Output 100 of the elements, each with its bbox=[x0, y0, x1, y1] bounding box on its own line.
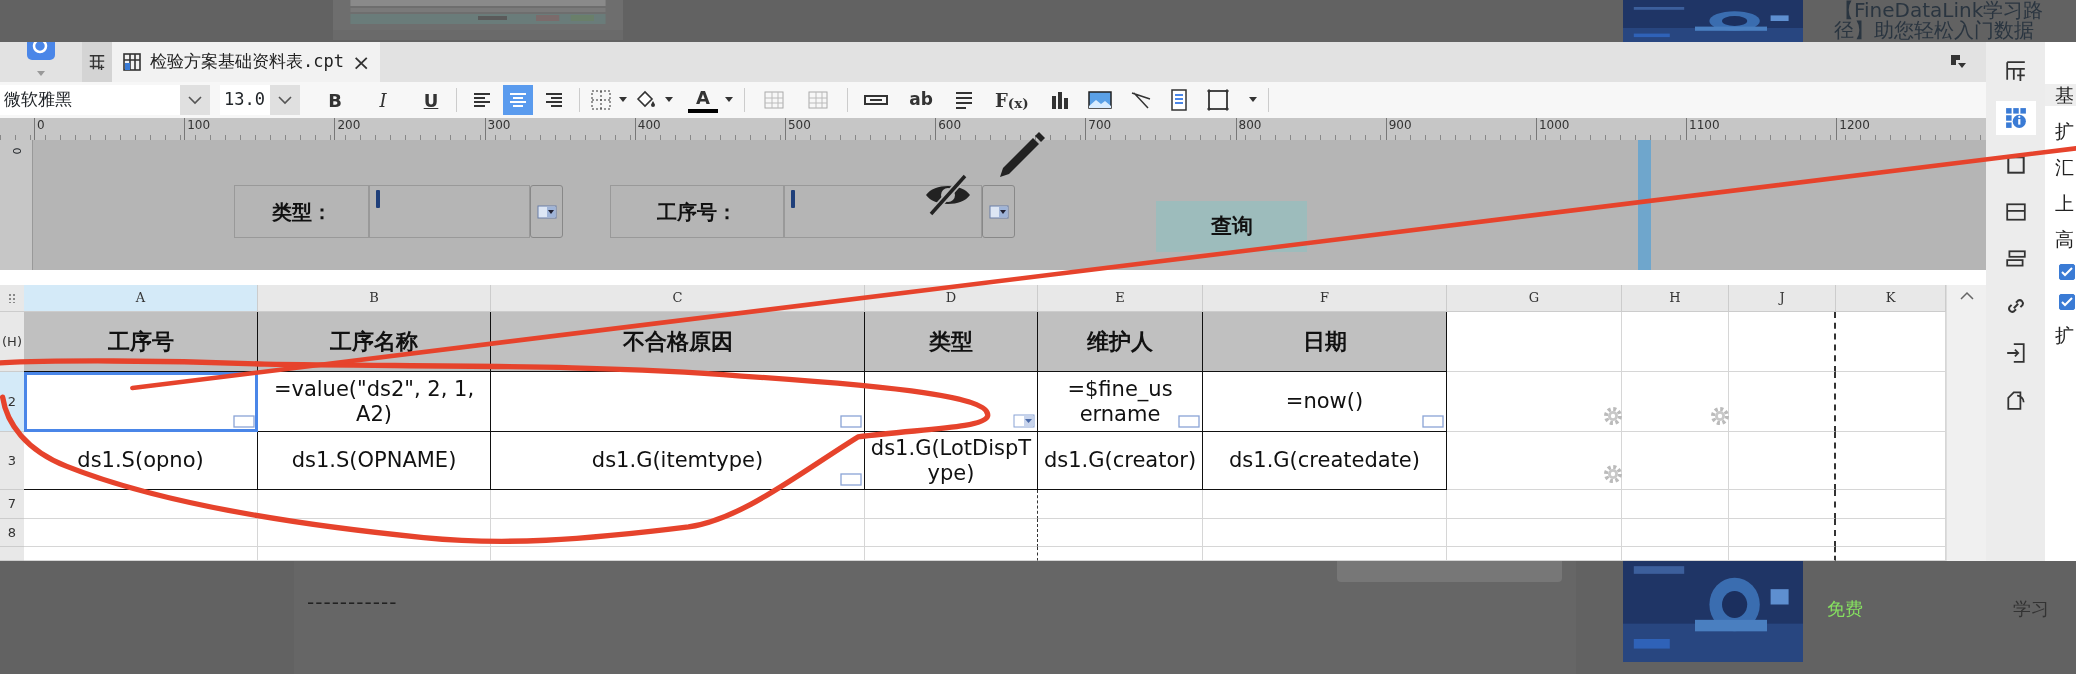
widget-marker-icon bbox=[1422, 415, 1444, 428]
column-header[interactable]: C bbox=[491, 285, 865, 312]
image-icon[interactable] bbox=[1087, 90, 1112, 110]
file-tab[interactable]: 检验方案基础资料表.cpt × bbox=[112, 42, 381, 82]
column-header[interactable]: B bbox=[258, 285, 491, 312]
font-select[interactable]: 微软雅黑 bbox=[0, 85, 210, 115]
merge-cells-icon[interactable] bbox=[763, 90, 785, 110]
table-cell[interactable] bbox=[865, 490, 1038, 519]
row-header[interactable]: 3 bbox=[0, 432, 24, 490]
checkbox[interactable] bbox=[2059, 264, 2075, 280]
parameter-input[interactable] bbox=[784, 185, 982, 238]
table-cell[interactable]: ds1.G(itemtype) bbox=[491, 432, 865, 490]
caret-icon[interactable] bbox=[664, 96, 674, 104]
cell-text: ds1.G(creator) bbox=[1043, 448, 1197, 473]
paragraph-icon[interactable] bbox=[954, 90, 974, 110]
table-cell[interactable]: ds1.G(createdate) bbox=[1203, 432, 1447, 490]
table-cell[interactable]: ds1.S(OPNAME) bbox=[258, 432, 491, 490]
dropdown-icon bbox=[988, 204, 1009, 219]
align-icon bbox=[543, 90, 565, 110]
border-icon[interactable] bbox=[590, 89, 612, 111]
column-header[interactable]: G bbox=[1447, 285, 1622, 312]
query-button[interactable]: 查询 bbox=[1156, 201, 1307, 252]
gear-icon bbox=[1602, 463, 1624, 485]
eye-slash-icon bbox=[923, 172, 973, 218]
document-icon[interactable] bbox=[1169, 89, 1188, 111]
field-icon[interactable] bbox=[864, 94, 888, 106]
split-cells-icon[interactable] bbox=[807, 90, 829, 110]
caret-icon[interactable] bbox=[1247, 96, 1258, 104]
parameter-label: 类型： bbox=[234, 185, 369, 238]
heading-text: 径】助您轻松入门数据 bbox=[1834, 20, 2034, 40]
column-header[interactable]: J bbox=[1729, 285, 1836, 312]
column-header[interactable]: F bbox=[1203, 285, 1447, 312]
dropdown-button[interactable] bbox=[982, 185, 1015, 238]
slash-icon[interactable] bbox=[1129, 90, 1152, 110]
column-header[interactable]: K bbox=[1836, 285, 1946, 312]
widget-icon bbox=[2004, 201, 2027, 223]
align-center-button[interactable] bbox=[503, 85, 533, 115]
dropdown-button[interactable] bbox=[530, 185, 563, 238]
table-cell[interactable] bbox=[865, 519, 1038, 547]
price-label: 免费 bbox=[1827, 597, 1863, 621]
table-cell[interactable] bbox=[1729, 372, 1836, 432]
table-cell[interactable] bbox=[1729, 312, 1836, 372]
caret-icon bbox=[188, 95, 202, 105]
table-cell[interactable]: ds1.G(creator) bbox=[1038, 432, 1203, 490]
close-button[interactable]: × bbox=[351, 45, 371, 79]
panel-label: 高 bbox=[2054, 228, 2075, 250]
text-tool-button[interactable]: ab bbox=[906, 85, 936, 115]
table-cell[interactable] bbox=[1729, 490, 1836, 519]
row-header[interactable]: 8 bbox=[0, 519, 24, 547]
header-cell: 日期 bbox=[1203, 312, 1447, 372]
bold-button[interactable]: B bbox=[320, 85, 350, 115]
caret-icon[interactable] bbox=[618, 96, 628, 104]
bar-chart-icon[interactable] bbox=[1049, 90, 1070, 110]
table-cell[interactable]: =value("ds2", 2, 1, A2) bbox=[258, 372, 491, 432]
grip-icon[interactable] bbox=[8, 293, 16, 303]
underline-button[interactable]: U bbox=[416, 85, 446, 115]
row-header[interactable] bbox=[0, 547, 24, 561]
frame-icon[interactable] bbox=[1205, 88, 1230, 112]
cell-text: ds1.G(itemtype) bbox=[591, 448, 764, 473]
panel-label: 扩 bbox=[2054, 120, 2075, 142]
heading-text: 【FineDataLink学习路 bbox=[1834, 0, 2044, 20]
table-cell[interactable]: =now() bbox=[1203, 372, 1447, 432]
panel-label: 基 bbox=[2045, 84, 2076, 106]
column-header[interactable]: E bbox=[1038, 285, 1203, 312]
panel-label: 上 bbox=[2054, 192, 2075, 214]
column-header[interactable]: H bbox=[1622, 285, 1729, 312]
widget-marker-icon bbox=[233, 415, 255, 428]
table-cell[interactable] bbox=[24, 372, 258, 432]
cell-text: ds1.S(OPNAME) bbox=[291, 448, 457, 473]
text-cursor-icon bbox=[791, 190, 795, 208]
column-header[interactable]: A bbox=[24, 285, 258, 312]
formula-button[interactable]: F$_{(x)}$ bbox=[992, 85, 1032, 115]
caret-icon[interactable] bbox=[724, 96, 734, 104]
dropdown-icon bbox=[536, 204, 557, 219]
panel-label: 扩 bbox=[2054, 324, 2075, 346]
import-icon bbox=[2004, 342, 2027, 364]
parameter-input[interactable] bbox=[369, 185, 530, 238]
font-color-button[interactable]: A bbox=[688, 87, 718, 113]
italic-button[interactable]: I bbox=[368, 85, 398, 115]
table-cell[interactable]: =$fine_username bbox=[1038, 372, 1203, 432]
checkbox[interactable] bbox=[2059, 294, 2075, 310]
mobile-icon bbox=[2004, 389, 2027, 411]
cell-properties-icon bbox=[2004, 107, 2027, 129]
table-cell[interactable] bbox=[865, 372, 1038, 432]
cell-text: =now() bbox=[1285, 389, 1364, 414]
new-report-button[interactable] bbox=[82, 42, 112, 82]
row-header[interactable]: (H) bbox=[0, 312, 24, 372]
scroll-up-icon[interactable] bbox=[1959, 291, 1974, 301]
font-size-select[interactable]: 13.0 bbox=[220, 85, 300, 115]
report-file-icon bbox=[122, 52, 142, 72]
table-cell[interactable]: ds1.S(opno) bbox=[24, 432, 258, 490]
table-cell[interactable] bbox=[1729, 519, 1836, 547]
square-icon bbox=[2004, 154, 2027, 176]
table-cell[interactable] bbox=[1729, 432, 1836, 490]
header-cell: 维护人 bbox=[1038, 312, 1203, 372]
row-header[interactable]: 7 bbox=[0, 490, 24, 519]
scroll-handle[interactable] bbox=[1638, 140, 1651, 270]
layout-icon bbox=[2004, 60, 2027, 82]
widget-marker-icon bbox=[1178, 415, 1200, 428]
table-cell[interactable] bbox=[491, 372, 865, 432]
